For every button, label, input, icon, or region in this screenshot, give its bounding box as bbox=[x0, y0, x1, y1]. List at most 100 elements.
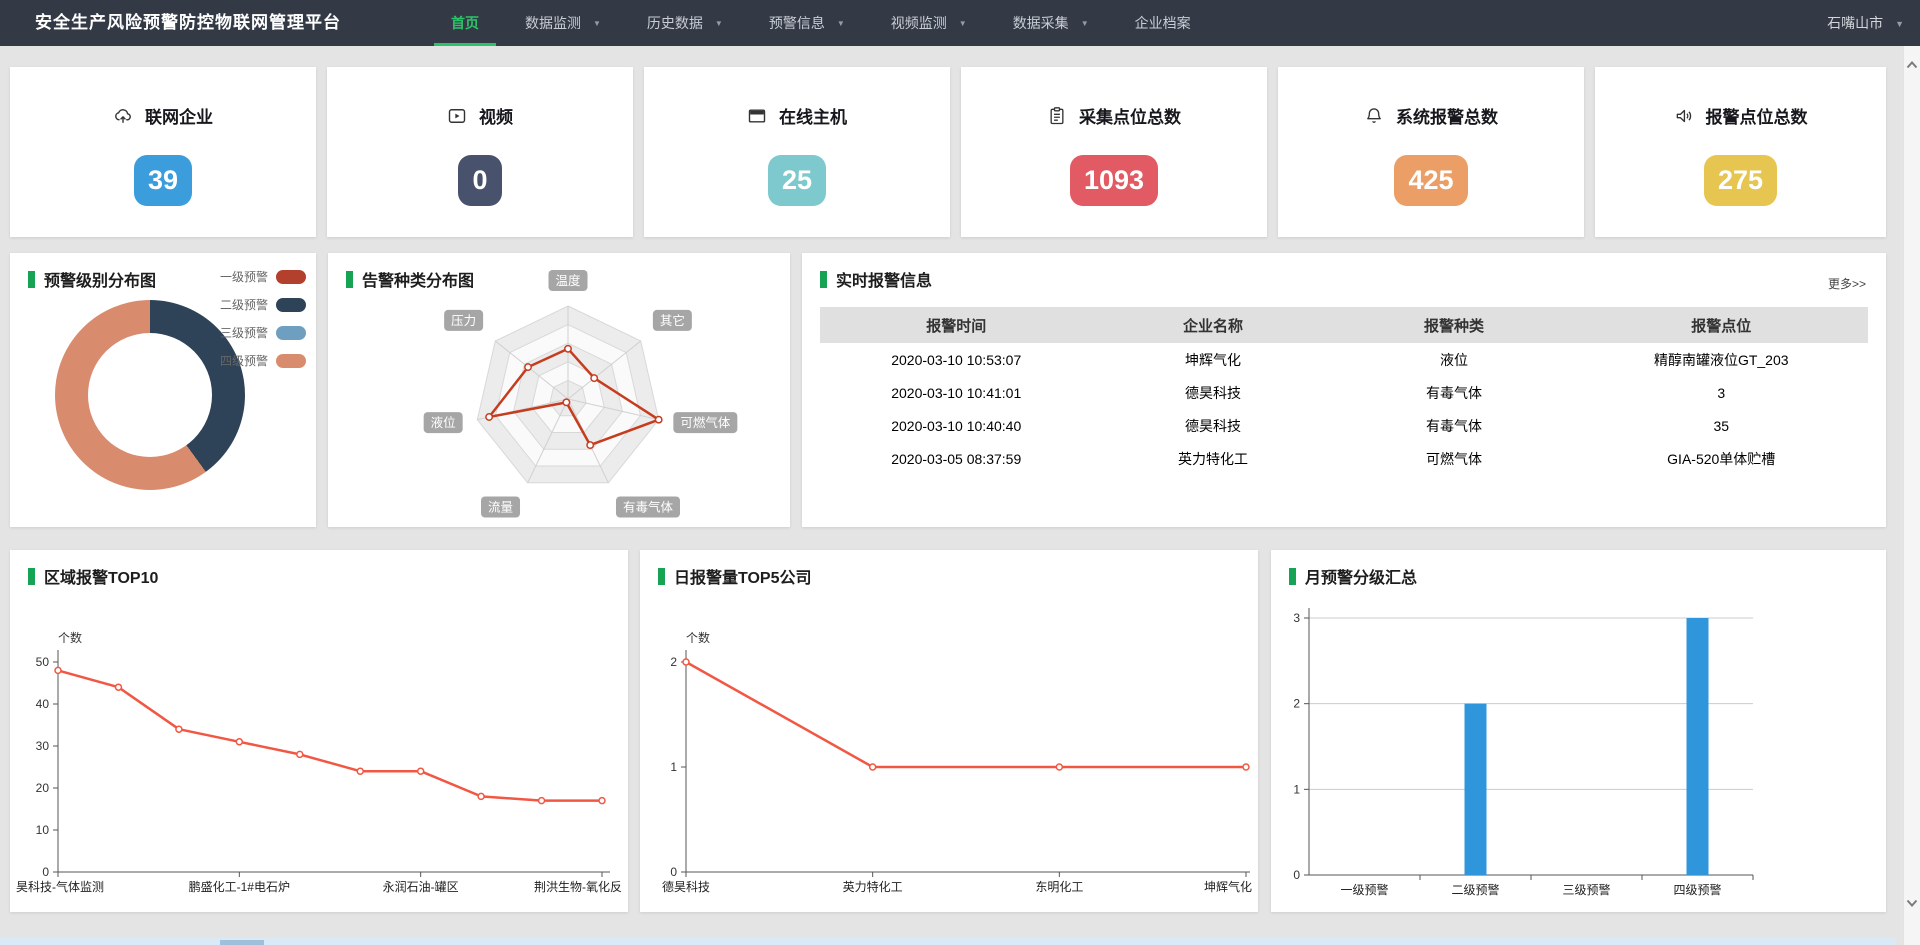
radar-axis-label: 可燃气体 bbox=[673, 412, 737, 433]
stat-card-0: 联网企业 39 bbox=[10, 67, 316, 237]
panel-monthly-warning-summary: 月预警分级汇总 0123一级预警二级预警三级预警四级预警 bbox=[1271, 550, 1886, 912]
more-link[interactable]: 更多>> bbox=[1828, 275, 1866, 292]
app-title: 安全生产风险预警防控物联网管理平台 bbox=[35, 0, 341, 46]
warning-level-donut-chart bbox=[55, 300, 245, 490]
nav-item-0[interactable]: 首页 bbox=[428, 0, 502, 46]
stat-card-value-badge: 1093 bbox=[1070, 155, 1158, 206]
stat-card-header: 联网企业 bbox=[10, 103, 316, 128]
stat-card-header: 报警点位总数 bbox=[1595, 103, 1886, 128]
stat-card-value-badge: 39 bbox=[134, 155, 192, 206]
svg-text:四级预警: 四级预警 bbox=[1673, 882, 1721, 897]
legend-label: 二级预警 bbox=[220, 296, 268, 313]
alarm-table-header-cell: 报警种类 bbox=[1334, 315, 1575, 336]
nav-item-label: 企业档案 bbox=[1135, 15, 1191, 31]
svg-text:个数: 个数 bbox=[58, 630, 82, 645]
alarm-table-row: 2020-03-05 08:37:59英力特化工可燃气体GIA-520单体贮槽 bbox=[820, 442, 1868, 475]
svg-text:0: 0 bbox=[670, 865, 677, 879]
scroll-down-icon[interactable] bbox=[1906, 898, 1918, 908]
nav-item-4[interactable]: 视频监测▼ bbox=[868, 0, 990, 46]
alarm-table-cell: 有毒气体 bbox=[1334, 383, 1575, 403]
panel-title-text: 实时报警信息 bbox=[836, 267, 932, 291]
monitor-icon bbox=[747, 106, 767, 126]
title-marker bbox=[820, 271, 827, 288]
alarm-table-header-cell: 报警点位 bbox=[1575, 315, 1868, 336]
legend-item[interactable]: 三级预警 bbox=[220, 324, 306, 341]
nav-item-5[interactable]: 数据采集▼ bbox=[990, 0, 1112, 46]
radar-axis-label: 液位 bbox=[424, 412, 463, 433]
svg-text:1: 1 bbox=[1293, 782, 1300, 796]
legend-item[interactable]: 四级预警 bbox=[220, 352, 306, 369]
svg-text:二级预警: 二级预警 bbox=[1451, 882, 1499, 897]
next-section-peek-accent bbox=[220, 940, 264, 945]
legend-swatch bbox=[276, 354, 306, 368]
region-selector[interactable]: 石嘴山市▼ bbox=[1827, 0, 1904, 47]
svg-text:昊科技-气体监测: 昊科技-气体监测 bbox=[16, 879, 104, 894]
nav-item-label: 数据监测 bbox=[525, 15, 581, 31]
alarm-table-cell: 德昊科技 bbox=[1092, 383, 1333, 403]
legend-swatch bbox=[276, 298, 306, 312]
alarm-table-cell: 精醇南罐液位GT_203 bbox=[1575, 350, 1868, 370]
svg-text:2: 2 bbox=[1293, 697, 1300, 711]
svg-text:坤辉气化: 坤辉气化 bbox=[1204, 879, 1252, 894]
scroll-up-icon[interactable] bbox=[1906, 60, 1918, 70]
alarm-table-cell: 可燃气体 bbox=[1334, 449, 1575, 469]
alarm-table-row: 2020-03-10 10:53:07坤辉气化液位精醇南罐液位GT_203 bbox=[820, 343, 1868, 376]
legend-item[interactable]: 二级预警 bbox=[220, 296, 306, 313]
svg-text:东明化工: 东明化工 bbox=[1035, 880, 1083, 894]
alarm-table-header-cell: 报警时间 bbox=[820, 315, 1092, 336]
title-marker bbox=[28, 271, 35, 288]
nav-item-label: 视频监测 bbox=[891, 15, 947, 31]
cloud-upload-icon bbox=[113, 106, 133, 126]
nav-item-1[interactable]: 数据监测 ▼ bbox=[502, 0, 624, 46]
svg-text:永润石油-罐区: 永润石油-罐区 bbox=[383, 880, 459, 894]
alarm-table: 报警时间企业名称报警种类报警点位2020-03-10 10:53:07坤辉气化液… bbox=[820, 307, 1868, 475]
nav-menu: 首页数据监测▼历史数据▼预警信息▼视频监测▼数据采集▼企业档案 bbox=[428, 0, 1214, 46]
svg-text:1: 1 bbox=[670, 760, 677, 774]
radar-axis-label: 有毒气体 bbox=[616, 497, 680, 518]
nav-item-6[interactable]: 企业档案 bbox=[1112, 0, 1214, 46]
panel-title: 预警级别分布图 bbox=[28, 267, 156, 291]
svg-text:20: 20 bbox=[36, 781, 50, 795]
legend-label: 一级预警 bbox=[220, 268, 268, 285]
alarm-table-cell: 35 bbox=[1575, 418, 1868, 434]
nav-item-3[interactable]: 预警信息▼ bbox=[746, 0, 868, 46]
radar-axis-label: 流量 bbox=[481, 497, 520, 518]
monthly-summary-bar-chart: 0123一级预警二级预警三级预警四级预警 bbox=[1271, 550, 1886, 912]
stat-card-1: 视频0 bbox=[327, 67, 633, 237]
chevron-down-icon: ▼ bbox=[593, 19, 601, 28]
legend-swatch bbox=[276, 270, 306, 284]
panel-warning-level-distribution: 预警级别分布图 一级预警二级预警三级预警四级预警 bbox=[10, 253, 316, 527]
bell-icon bbox=[1364, 106, 1384, 126]
stat-card-header: 系统报警总数 bbox=[1278, 103, 1584, 128]
alarm-table-cell: 德昊科技 bbox=[1092, 416, 1333, 436]
chevron-down-icon: ▼ bbox=[715, 19, 723, 28]
stat-card-2: 在线主机25 bbox=[644, 67, 950, 237]
stat-card-4: 系统报警总数425 bbox=[1278, 67, 1584, 237]
alarm-table-cell: 2020-03-10 10:53:07 bbox=[820, 352, 1092, 368]
svg-text:10: 10 bbox=[36, 823, 50, 837]
radar-axis-label: 压力 bbox=[444, 310, 483, 331]
page-scrollbar[interactable] bbox=[1903, 46, 1920, 945]
alarm-table-cell: GIA-520单体贮槽 bbox=[1575, 449, 1868, 469]
legend-item[interactable]: 一级预警 bbox=[220, 268, 306, 285]
stat-card-5: 报警点位总数275 bbox=[1595, 67, 1886, 237]
svg-text:40: 40 bbox=[36, 697, 50, 711]
nav-item-label: 数据采集 bbox=[1013, 15, 1069, 31]
stat-card-3: 采集点位总数1093 bbox=[961, 67, 1267, 237]
svg-text:有毒气体: 有毒气体 bbox=[623, 500, 674, 515]
svg-text:液位: 液位 bbox=[431, 415, 456, 430]
svg-text:温度: 温度 bbox=[555, 273, 581, 288]
legend-swatch bbox=[276, 326, 306, 340]
svg-text:英力特化工: 英力特化工 bbox=[843, 879, 903, 894]
region-label: 石嘴山市 bbox=[1827, 15, 1883, 31]
alarm-table-row: 2020-03-10 10:41:01德昊科技有毒气体3 bbox=[820, 376, 1868, 409]
next-section-peek bbox=[0, 938, 1896, 945]
stat-card-header: 在线主机 bbox=[644, 103, 950, 128]
radar-axis-label: 其它 bbox=[653, 310, 692, 331]
legend-label: 三级预警 bbox=[220, 324, 268, 341]
svg-text:一级预警: 一级预警 bbox=[1340, 882, 1388, 897]
alarm-table-cell: 2020-03-05 08:37:59 bbox=[820, 451, 1092, 467]
nav-item-2[interactable]: 历史数据▼ bbox=[624, 0, 746, 46]
svg-text:德昊科技: 德昊科技 bbox=[662, 879, 710, 894]
alarm-table-row: 2020-03-10 10:40:40德昊科技有毒气体35 bbox=[820, 409, 1868, 442]
